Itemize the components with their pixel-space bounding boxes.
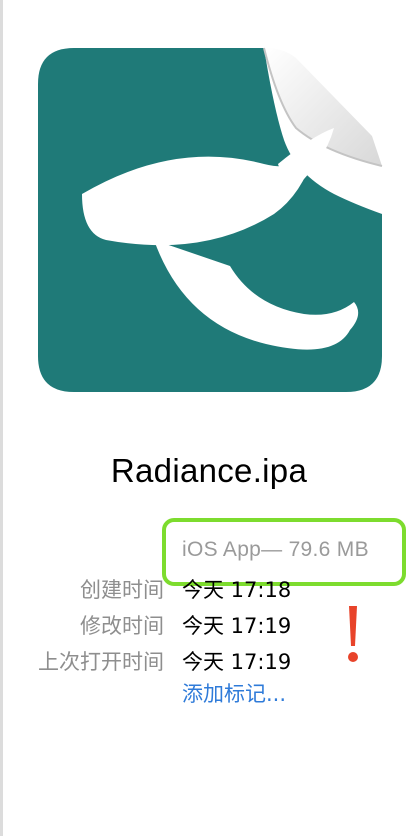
- last-opened-label: 上次打开时间: [38, 650, 164, 674]
- created-value: 今天 17:18: [182, 578, 292, 602]
- pane-divider: [0, 0, 3, 836]
- exclamation-icon: [348, 606, 358, 662]
- add-tags-link[interactable]: 添加标记...: [182, 678, 286, 708]
- app-document-icon[interactable]: [34, 44, 386, 396]
- last-opened-value: 今天 17:19: [182, 650, 292, 674]
- file-name: Radiance.ipa: [110, 452, 308, 489]
- modified-label: 修改时间: [80, 614, 164, 638]
- file-preview-pane: Radiance.ipa iOS App— 79.6 MB 创建时间 今天 17…: [0, 0, 418, 836]
- info-row-created: 创建时间 今天 17:18: [0, 574, 418, 606]
- modified-value: 今天 17:19: [182, 614, 292, 638]
- created-label: 创建时间: [80, 578, 164, 602]
